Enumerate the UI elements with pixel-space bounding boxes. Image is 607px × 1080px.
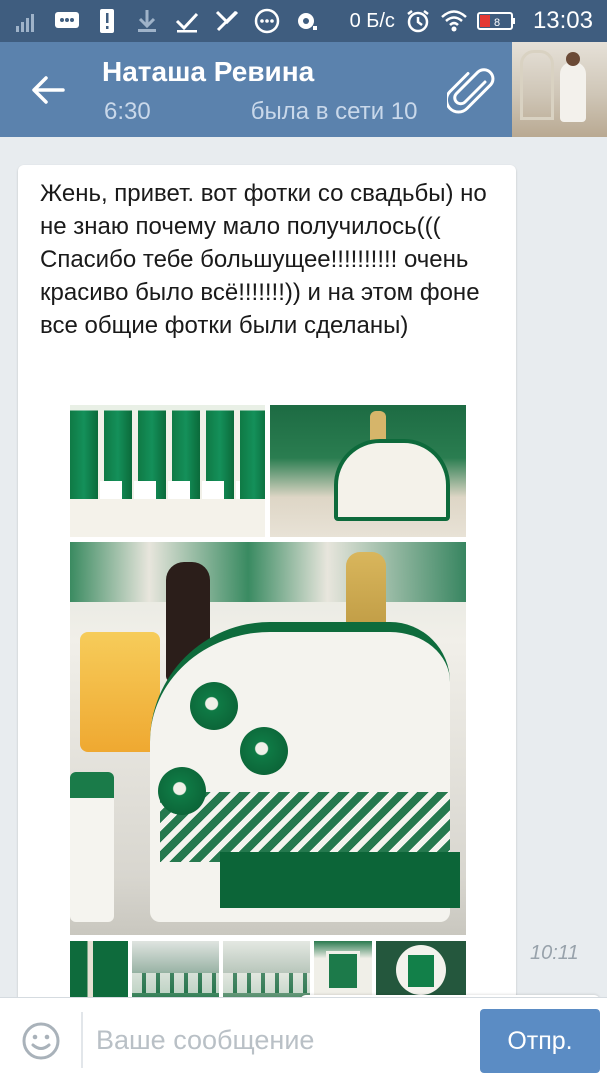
check-icon bbox=[174, 8, 200, 34]
wifi-icon bbox=[441, 8, 467, 34]
send-button[interactable]: Отпр. bbox=[480, 1009, 600, 1073]
back-button[interactable] bbox=[22, 64, 74, 116]
status-time: 13:03 bbox=[532, 7, 593, 34]
photo-gift-box-small[interactable] bbox=[270, 405, 466, 537]
contact-status-time: 6:30 bbox=[104, 98, 151, 125]
missed-call-icon bbox=[214, 8, 240, 34]
paperclip-icon bbox=[447, 68, 495, 114]
alert-icon bbox=[94, 8, 120, 34]
alarm-icon bbox=[405, 8, 431, 34]
photo-gift-box-large[interactable] bbox=[70, 542, 466, 935]
battery-level: 8 bbox=[494, 17, 500, 29]
chat-history[interactable]: Жень, привет. вот фотки со свадьбы) но н… bbox=[0, 137, 607, 997]
message-input-bar: Отпр. bbox=[0, 997, 607, 1080]
contact-name[interactable]: Наташа Ревина bbox=[102, 56, 314, 88]
photo-thumb-4[interactable] bbox=[314, 941, 372, 997]
input-divider bbox=[81, 1012, 83, 1068]
voicemail-icon bbox=[294, 8, 320, 34]
emoji-button[interactable] bbox=[20, 1020, 62, 1062]
contact-avatar[interactable] bbox=[512, 42, 607, 137]
photo-thumb-1[interactable] bbox=[70, 941, 128, 997]
incoming-message-bubble[interactable]: Жень, привет. вот фотки со свадьбы) но н… bbox=[18, 165, 516, 997]
message-time: 10:11 bbox=[530, 942, 579, 964]
status-left-icons bbox=[14, 8, 350, 34]
chat-notification-icon bbox=[54, 8, 80, 34]
contact-status: 6:30 была в сети 10 bbox=[104, 98, 434, 130]
photo-thumb-5[interactable] bbox=[376, 941, 466, 997]
photo-thumb-2[interactable] bbox=[132, 941, 219, 997]
status-bar: 0 Б/с 8 13:03 bbox=[0, 0, 607, 42]
photo-thumb-3[interactable] bbox=[223, 941, 310, 997]
network-speed: 0 Б/с bbox=[349, 9, 395, 32]
smiley-icon bbox=[22, 1022, 60, 1060]
photo-wedding-table[interactable] bbox=[70, 405, 265, 537]
battery-icon: 8 bbox=[476, 8, 517, 34]
back-arrow-icon bbox=[32, 76, 65, 104]
messages-icon bbox=[254, 8, 280, 34]
message-text: Жень, привет. вот фотки со свадьбы) но н… bbox=[40, 180, 487, 339]
message-input[interactable] bbox=[96, 1016, 466, 1064]
download-icon bbox=[134, 8, 160, 34]
attach-button[interactable] bbox=[443, 64, 501, 122]
signal-icon bbox=[14, 8, 40, 34]
status-right-icons: 0 Б/с 8 13:03 bbox=[350, 7, 593, 35]
contact-last-seen: была в сети 10 bbox=[250, 98, 418, 125]
